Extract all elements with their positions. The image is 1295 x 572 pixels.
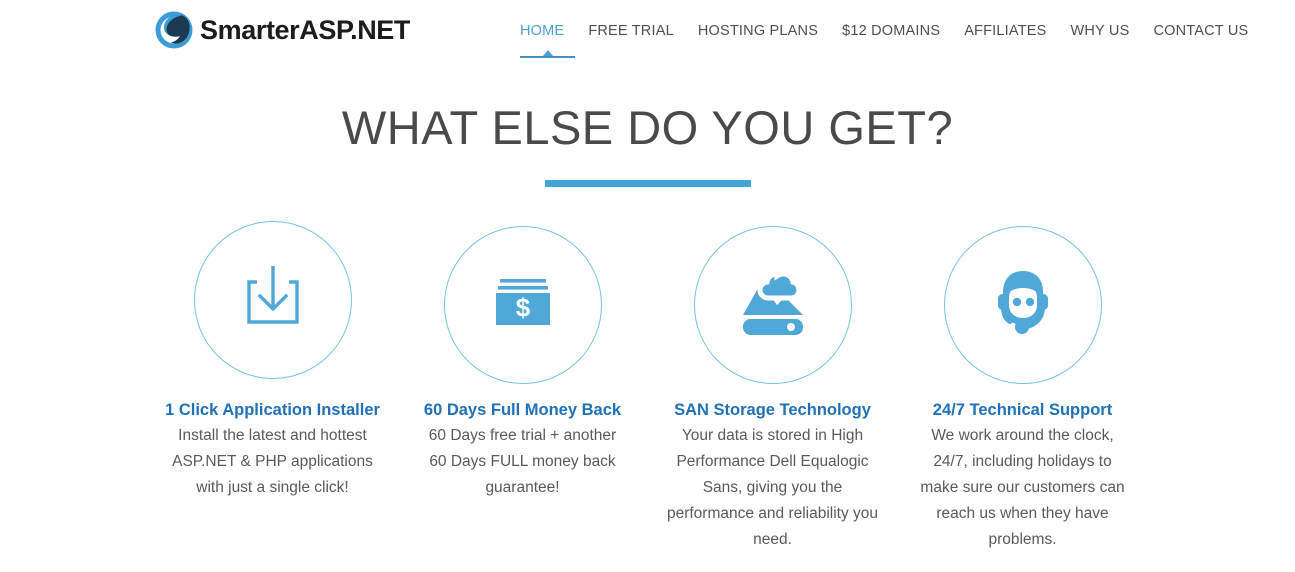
feature-card-san-storage: SAN Storage Technology Your data is stor… <box>648 221 898 553</box>
site-logo[interactable]: SmarterASP.NET <box>152 8 410 52</box>
support-headset-agent-icon <box>983 263 1063 348</box>
nav-item-domains[interactable]: $12 DOMAINS <box>842 20 952 42</box>
nav-item-home[interactable]: HOME <box>520 20 576 58</box>
feature-card-installer: 1 Click Application Installer Install th… <box>148 221 398 553</box>
nav-item-why-us[interactable]: WHY US <box>1071 20 1142 42</box>
cloud-storage-drive-icon <box>733 263 813 348</box>
page-title: WHAT ELSE DO YOU GET? <box>341 101 954 154</box>
logo-wordmark: SmarterASP.NET <box>200 14 410 45</box>
main-navigation: HOME FREE TRIAL HOSTING PLANS $12 DOMAIN… <box>520 20 1248 58</box>
feature-title: 24/7 Technical Support <box>932 401 1113 419</box>
site-header: SmarterASP.NET HOME FREE TRIAL HOSTING P… <box>0 0 1295 66</box>
feature-description: 60 Days free trial + another 60 Days FUL… <box>428 427 617 496</box>
download-install-icon <box>233 258 313 343</box>
nav-item-free-trial[interactable]: FREE TRIAL <box>588 20 686 42</box>
nav-item-hosting-plans[interactable]: HOSTING PLANS <box>698 20 830 42</box>
feature-description: Your data is stored in High Performance … <box>666 427 879 548</box>
money-cash-dollar-icon: $ <box>483 263 563 348</box>
feature-title: 60 Days Full Money Back <box>423 401 622 419</box>
nav-item-affiliates[interactable]: AFFILIATES <box>964 20 1058 42</box>
feature-card-support: 24/7 Technical Support We work around th… <box>898 221 1148 553</box>
smarterasp-swirl-logo-icon <box>152 8 196 52</box>
features-row: 1 Click Application Installer Install th… <box>0 221 1295 553</box>
active-underline <box>520 56 575 58</box>
feature-icon-circle <box>193 221 352 379</box>
section-heading-block: WHAT ELSE DO YOU GET? <box>0 104 1295 187</box>
feature-card-money-back: $ 60 Days Full Money Back 60 Days free t… <box>398 221 648 553</box>
feature-icon-circle: $ <box>443 226 602 384</box>
feature-title: 1 Click Application Installer <box>165 401 380 419</box>
feature-icon-circle <box>693 226 852 384</box>
feature-description: We work around the clock, 24/7, includin… <box>920 427 1125 548</box>
nav-item-home-label: HOME <box>520 23 565 39</box>
feature-icon-circle <box>943 226 1102 384</box>
nav-item-contact-us[interactable]: CONTACT US <box>1153 20 1248 42</box>
feature-title: SAN Storage Technology <box>674 401 871 419</box>
feature-description: Install the latest and hottest ASP.NET &… <box>172 427 373 496</box>
title-underline-rule <box>544 180 751 187</box>
svg-text:$: $ <box>515 292 530 322</box>
